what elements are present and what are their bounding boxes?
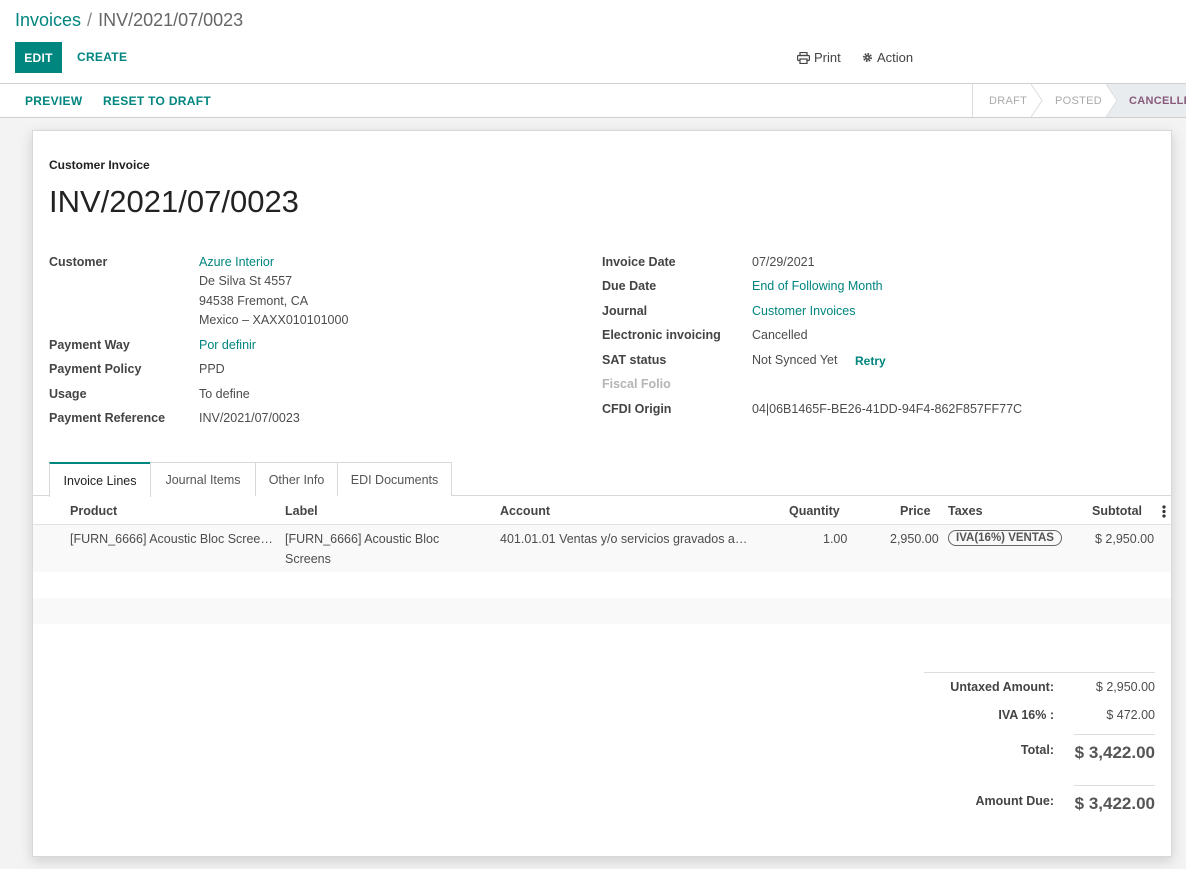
control-panel: Invoices / INV/2021/07/0023 EDIT CREATE Pr… [0,0,1186,84]
total-divider [1074,734,1155,735]
breadcrumb: Invoices / INV/2021/07/0023 [15,10,243,31]
amount-due-divider [1074,785,1155,786]
print-label: Print [814,50,841,65]
payment-reference-value: INV/2021/07/0023 [199,411,300,425]
payment-policy-label: Payment Policy [49,362,142,376]
action-button[interactable]: Action [862,50,913,65]
breadcrumb-invoices-link[interactable]: Invoices [15,10,81,30]
usage-label: Usage [49,387,87,401]
address-line-1: De Silva St 4557 [199,274,293,288]
customer-label: Customer [49,255,108,269]
amount-due-value: $ 3,422.00 [1074,794,1155,813]
document-type: Customer Invoice [49,158,150,172]
cfdi-origin-value: 04|06B1465F-BE26-41DD-94F4-862F857FF77C [752,402,1023,416]
iva-value: $ 472.00 [1106,708,1155,722]
column-header-account[interactable]: Account [500,504,550,518]
tab-journal-items[interactable]: Journal Items [150,462,256,496]
print-button[interactable]: Print [797,50,841,65]
stage-divider-icon [1031,84,1043,117]
stage-arrow-icon [1106,84,1118,117]
totals-top-divider [924,672,1155,673]
due-date-label: Due Date [602,279,657,293]
sat-status-value: Not Synced Yet [752,353,838,367]
action-label: Action [877,50,914,65]
gear-icon [862,52,873,63]
column-header-price[interactable]: Price [900,504,931,518]
reset-to-draft-button[interactable]: RESET TO DRAFT [103,94,211,108]
untaxed-amount-value: $ 2,950.00 [1095,680,1155,694]
customer-link[interactable]: Azure Interior [199,255,274,269]
journal-label: Journal [602,304,648,318]
tab-other-info[interactable]: Other Info [255,462,338,496]
statusbar: PREVIEW RESET TO DRAFT DRAFT POSTED CANC… [0,84,1186,118]
edit-button[interactable]: EDIT [15,42,62,73]
invoice-number-title: INV/2021/07/0023 [49,184,299,219]
line-account[interactable]: 401.01.01 Ventas y/o servicios gravados … [500,532,747,546]
retry-button[interactable]: Retry [855,354,886,368]
column-header-subtotal[interactable]: Subtotal [1092,504,1142,518]
breadcrumb-current: INV/2021/07/0023 [98,10,244,30]
line-subtotal: $ 2,950.00 [1095,532,1155,546]
create-button[interactable]: CREATE [77,50,127,64]
line-tax-badge[interactable]: IVA(16%) VENTAS [948,530,1062,546]
optional-columns-icon[interactable] [1160,505,1168,518]
payment-reference-label: Payment Reference [49,411,166,425]
journal-link[interactable]: Customer Invoices [752,304,856,318]
column-header-label[interactable]: Label [285,504,318,518]
total-value: $ 3,422.00 [1074,743,1155,762]
total-label: Total: [1020,743,1054,757]
column-header-quantity[interactable]: Quantity [789,504,840,518]
form-sheet: Customer Invoice INV/2021/07/0023 Custom… [32,130,1172,857]
address-line-2: 94538 Fremont, CA [199,294,309,308]
address-line-3: Mexico – XAXX010101000 [199,313,349,327]
breadcrumb-separator: / [87,10,93,30]
column-header-product[interactable]: Product [70,504,117,518]
column-header-taxes[interactable]: Taxes [948,504,983,518]
usage-value: To define [199,387,250,401]
print-icon [797,51,810,64]
line-quantity[interactable]: 1.00 [823,532,847,546]
stage-draft: DRAFT [989,94,1028,107]
stage-cancelled: CANCELLED [1106,84,1186,117]
invoice-date-value: 07/29/2021 [752,255,815,269]
line-product[interactable]: [FURN_6666] Acoustic Bloc Scree… [70,532,273,546]
iva-label: IVA 16% : [998,708,1054,722]
tab-invoice-lines[interactable]: Invoice Lines [49,462,151,497]
invoice-date-label: Invoice Date [602,255,676,269]
empty-table-row [33,598,1171,624]
payment-way-label: Payment Way [49,338,130,352]
line-price[interactable]: 2,950.00 [890,532,939,546]
payment-way-link[interactable]: Por definir [199,338,256,352]
electronic-invoicing-label: Electronic invoicing [602,328,721,342]
preview-button[interactable]: PREVIEW [25,94,82,108]
amount-due-label: Amount Due: [975,794,1054,808]
tab-edi-documents[interactable]: EDI Documents [337,462,452,496]
stage-posted: POSTED [1055,94,1103,107]
line-label[interactable]: [FURN_6666] Acoustic Bloc Screens [285,529,465,569]
notebook-tabs: Invoice Lines Journal Items Other Info E… [33,462,1171,497]
cfdi-origin-label: CFDI Origin [602,402,672,416]
electronic-invoicing-value: Cancelled [752,328,808,342]
sat-status-label: SAT status [602,353,667,367]
payment-policy-value: PPD [199,362,225,376]
untaxed-amount-label: Untaxed Amount: [950,680,1054,694]
due-date-link[interactable]: End of Following Month [752,279,883,293]
stage-pipeline: DRAFT POSTED CANCELLED [972,84,1186,117]
fiscal-folio-label: Fiscal Folio [602,377,671,391]
